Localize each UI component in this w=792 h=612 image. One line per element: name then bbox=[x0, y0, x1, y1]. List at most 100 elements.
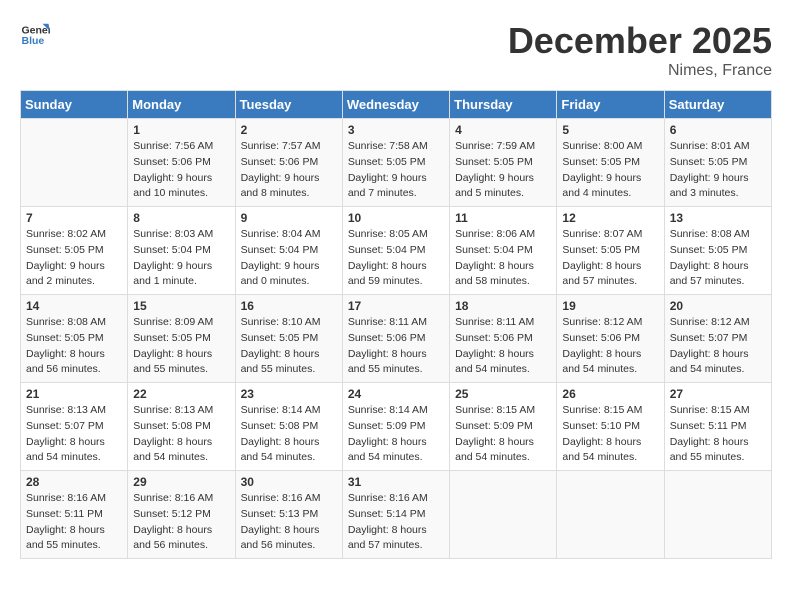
day-info-line: and 54 minutes. bbox=[562, 362, 658, 378]
week-row-1: 1Sunrise: 7:56 AMSunset: 5:06 PMDaylight… bbox=[21, 119, 772, 207]
week-row-5: 28Sunrise: 8:16 AMSunset: 5:11 PMDayligh… bbox=[21, 471, 772, 559]
calendar-cell: 31Sunrise: 8:16 AMSunset: 5:14 PMDayligh… bbox=[342, 471, 449, 559]
day-info-line: Sunrise: 8:15 AM bbox=[670, 403, 766, 419]
day-number: 29 bbox=[133, 475, 229, 489]
day-info-line: Sunrise: 8:10 AM bbox=[241, 315, 337, 331]
day-info-line: Daylight: 8 hours bbox=[133, 435, 229, 451]
day-info-line: and 55 minutes. bbox=[133, 362, 229, 378]
day-info-line: Sunrise: 8:07 AM bbox=[562, 227, 658, 243]
calendar-cell: 14Sunrise: 8:08 AMSunset: 5:05 PMDayligh… bbox=[21, 295, 128, 383]
day-info-line: Sunset: 5:11 PM bbox=[26, 507, 122, 523]
calendar-cell: 24Sunrise: 8:14 AMSunset: 5:09 PMDayligh… bbox=[342, 383, 449, 471]
day-number: 25 bbox=[455, 387, 551, 401]
day-info-line: Sunset: 5:09 PM bbox=[348, 419, 444, 435]
day-info-line: Daylight: 8 hours bbox=[455, 347, 551, 363]
day-number: 12 bbox=[562, 211, 658, 225]
header-monday: Monday bbox=[128, 91, 235, 119]
calendar-cell: 15 Sunrise: 8:09 AMSunset: 5:05 PMDayligh… bbox=[128, 295, 235, 383]
day-number: 11 bbox=[455, 211, 551, 225]
day-info-line: Sunrise: 8:11 AM bbox=[455, 315, 551, 331]
day-info-line: Sunset: 5:06 PM bbox=[348, 331, 444, 347]
header: General Blue December 2025 Nimes, France bbox=[20, 20, 772, 80]
calendar-cell: 27Sunrise: 8:15 AMSunset: 5:11 PMDayligh… bbox=[664, 383, 771, 471]
day-info-line: and 56 minutes. bbox=[241, 538, 337, 554]
day-info-line: and 0 minutes. bbox=[241, 274, 337, 290]
day-info-line: Sunrise: 8:02 AM bbox=[26, 227, 122, 243]
calendar-cell: 1Sunrise: 7:56 AMSunset: 5:06 PMDaylight… bbox=[128, 119, 235, 207]
day-info-line: and 7 minutes. bbox=[348, 186, 444, 202]
day-info-line: Sunrise: 8:13 AM bbox=[133, 403, 229, 419]
day-info-line: Daylight: 9 hours bbox=[241, 259, 337, 275]
day-info-line: Sunrise: 8:12 AM bbox=[670, 315, 766, 331]
day-info-line: Sunrise: 8:13 AM bbox=[26, 403, 122, 419]
day-number: 19 bbox=[562, 299, 658, 313]
day-info-line: Daylight: 8 hours bbox=[26, 435, 122, 451]
calendar-cell: 6Sunrise: 8:01 AMSunset: 5:05 PMDaylight… bbox=[664, 119, 771, 207]
day-info-line: Daylight: 8 hours bbox=[26, 347, 122, 363]
day-number: 7 bbox=[26, 211, 122, 225]
calendar-cell: 13Sunrise: 8:08 AMSunset: 5:05 PMDayligh… bbox=[664, 207, 771, 295]
calendar-cell bbox=[21, 119, 128, 207]
day-info-line: and 2 minutes. bbox=[26, 274, 122, 290]
day-number: 22 bbox=[133, 387, 229, 401]
day-info-line: and 56 minutes. bbox=[133, 538, 229, 554]
calendar-cell: 21Sunrise: 8:13 AMSunset: 5:07 PMDayligh… bbox=[21, 383, 128, 471]
day-info-line: Sunset: 5:06 PM bbox=[455, 331, 551, 347]
day-info-line: Sunset: 5:05 PM bbox=[241, 331, 337, 347]
title-area: December 2025 Nimes, France bbox=[508, 20, 772, 80]
days-header-row: SundayMondayTuesdayWednesdayThursdayFrid… bbox=[21, 91, 772, 119]
day-info-line: Sunrise: 8:15 AM bbox=[562, 403, 658, 419]
calendar-cell: 19Sunrise: 8:12 AMSunset: 5:06 PMDayligh… bbox=[557, 295, 664, 383]
calendar-cell: 30Sunrise: 8:16 AMSunset: 5:13 PMDayligh… bbox=[235, 471, 342, 559]
day-info-line: Sunset: 5:05 PM bbox=[562, 155, 658, 171]
day-info-line: Sunset: 5:11 PM bbox=[670, 419, 766, 435]
day-info-line: Daylight: 8 hours bbox=[26, 523, 122, 539]
day-info-line: Sunrise: 8:14 AM bbox=[241, 403, 337, 419]
day-info-line: Sunset: 5:13 PM bbox=[241, 507, 337, 523]
day-info-line: and 54 minutes. bbox=[455, 362, 551, 378]
day-number: 15 bbox=[133, 299, 229, 313]
header-sunday: Sunday bbox=[21, 91, 128, 119]
day-info-line: Sunrise: 8:16 AM bbox=[133, 491, 229, 507]
calendar-cell: 4Sunrise: 7:59 AMSunset: 5:05 PMDaylight… bbox=[450, 119, 557, 207]
header-saturday: Saturday bbox=[664, 91, 771, 119]
day-number: 21 bbox=[26, 387, 122, 401]
day-info-line: Daylight: 8 hours bbox=[670, 435, 766, 451]
day-info-line: Sunrise: 8:09 AM bbox=[133, 315, 229, 331]
day-info-line: Sunrise: 8:06 AM bbox=[455, 227, 551, 243]
day-number: 5 bbox=[562, 123, 658, 137]
day-info-line: and 55 minutes. bbox=[26, 538, 122, 554]
calendar-cell: 3Sunrise: 7:58 AMSunset: 5:05 PMDaylight… bbox=[342, 119, 449, 207]
day-info-line: and 57 minutes. bbox=[562, 274, 658, 290]
day-info-line: and 57 minutes. bbox=[670, 274, 766, 290]
day-info-line: Sunset: 5:04 PM bbox=[241, 243, 337, 259]
day-info-line: Sunset: 5:06 PM bbox=[241, 155, 337, 171]
day-number: 18 bbox=[455, 299, 551, 313]
day-info-line: Daylight: 9 hours bbox=[133, 259, 229, 275]
day-number: 30 bbox=[241, 475, 337, 489]
header-tuesday: Tuesday bbox=[235, 91, 342, 119]
month-title: December 2025 bbox=[508, 20, 772, 62]
day-info-line: Sunset: 5:05 PM bbox=[133, 331, 229, 347]
calendar-cell: 29Sunrise: 8:16 AMSunset: 5:12 PMDayligh… bbox=[128, 471, 235, 559]
calendar-cell bbox=[664, 471, 771, 559]
day-info-line: Sunset: 5:05 PM bbox=[670, 243, 766, 259]
day-info-line: and 3 minutes. bbox=[670, 186, 766, 202]
svg-text:Blue: Blue bbox=[22, 35, 45, 47]
logo: General Blue bbox=[20, 20, 50, 50]
day-info-line: and 54 minutes. bbox=[562, 450, 658, 466]
day-info-line: Daylight: 8 hours bbox=[455, 435, 551, 451]
day-info-line: and 54 minutes. bbox=[455, 450, 551, 466]
day-number: 9 bbox=[241, 211, 337, 225]
day-info-line: and 5 minutes. bbox=[455, 186, 551, 202]
day-info-line: Sunset: 5:06 PM bbox=[562, 331, 658, 347]
day-info-line: Daylight: 9 hours bbox=[562, 171, 658, 187]
header-friday: Friday bbox=[557, 91, 664, 119]
day-info-line: and 54 minutes. bbox=[348, 450, 444, 466]
day-info-line: Daylight: 8 hours bbox=[133, 347, 229, 363]
day-number: 31 bbox=[348, 475, 444, 489]
calendar-cell: 22Sunrise: 8:13 AMSunset: 5:08 PMDayligh… bbox=[128, 383, 235, 471]
day-info-line: and 4 minutes. bbox=[562, 186, 658, 202]
day-info-line: and 59 minutes. bbox=[348, 274, 444, 290]
day-number: 3 bbox=[348, 123, 444, 137]
